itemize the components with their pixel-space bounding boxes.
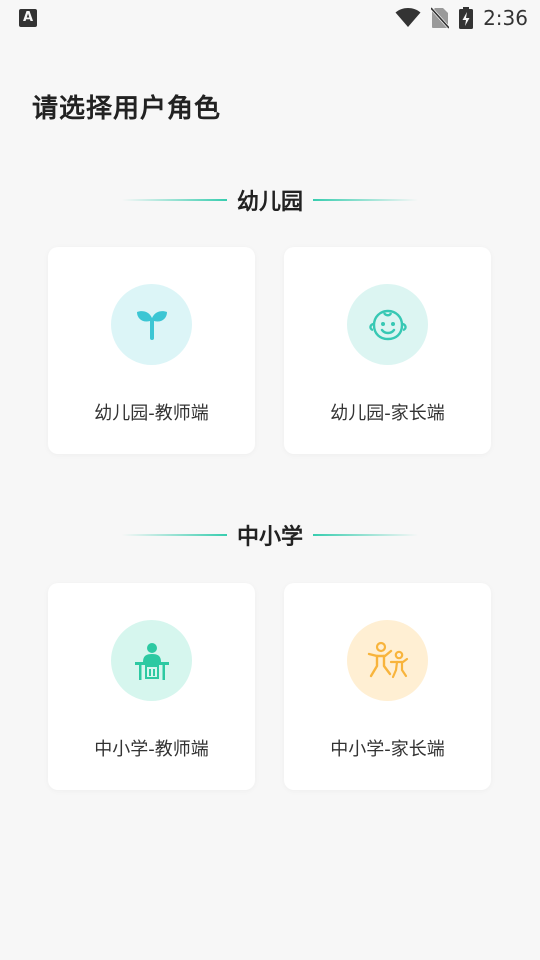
baby-face-icon	[347, 284, 428, 365]
role-card-kindergarten-parent[interactable]: 幼儿园-家长端	[284, 247, 491, 454]
screen: A 2:36 请选择用户角色 幼儿园 幼儿园-教师端 幼儿园-家长端 中小学 中…	[0, 0, 540, 960]
role-card-school-teacher[interactable]: 中小学-教师端	[48, 583, 255, 790]
role-card-school-parent[interactable]: 中小学-家长端	[284, 583, 491, 790]
role-label: 幼儿园-家长端	[330, 403, 445, 424]
role-card-kindergarten-teacher[interactable]: 幼儿园-教师端	[48, 247, 255, 454]
accessibility-icon: A	[19, 9, 37, 27]
clock-time: 2:36	[483, 6, 528, 30]
no-sim-icon	[431, 7, 450, 29]
divider-line	[313, 199, 418, 201]
status-bar: A 2:36	[0, 0, 540, 36]
section-header-school: 中小学	[0, 517, 540, 553]
role-label: 中小学-教师端	[94, 739, 209, 760]
sprout-icon	[111, 284, 192, 365]
divider-line	[121, 534, 227, 536]
role-label: 幼儿园-教师端	[94, 403, 209, 424]
wifi-icon	[395, 8, 421, 28]
divider-line	[121, 199, 227, 201]
divider-line	[313, 534, 418, 536]
status-icons: 2:36	[395, 5, 528, 31]
section-title: 幼儿园	[236, 190, 303, 215]
section-header-kindergarten: 幼儿园	[0, 182, 540, 218]
teacher-desk-icon	[111, 620, 192, 701]
battery-charging-icon	[459, 7, 474, 29]
parent-child-icon	[347, 620, 428, 701]
section-title: 中小学	[236, 525, 303, 550]
role-label: 中小学-家长端	[330, 739, 445, 760]
page-title: 请选择用户角色	[32, 94, 222, 124]
